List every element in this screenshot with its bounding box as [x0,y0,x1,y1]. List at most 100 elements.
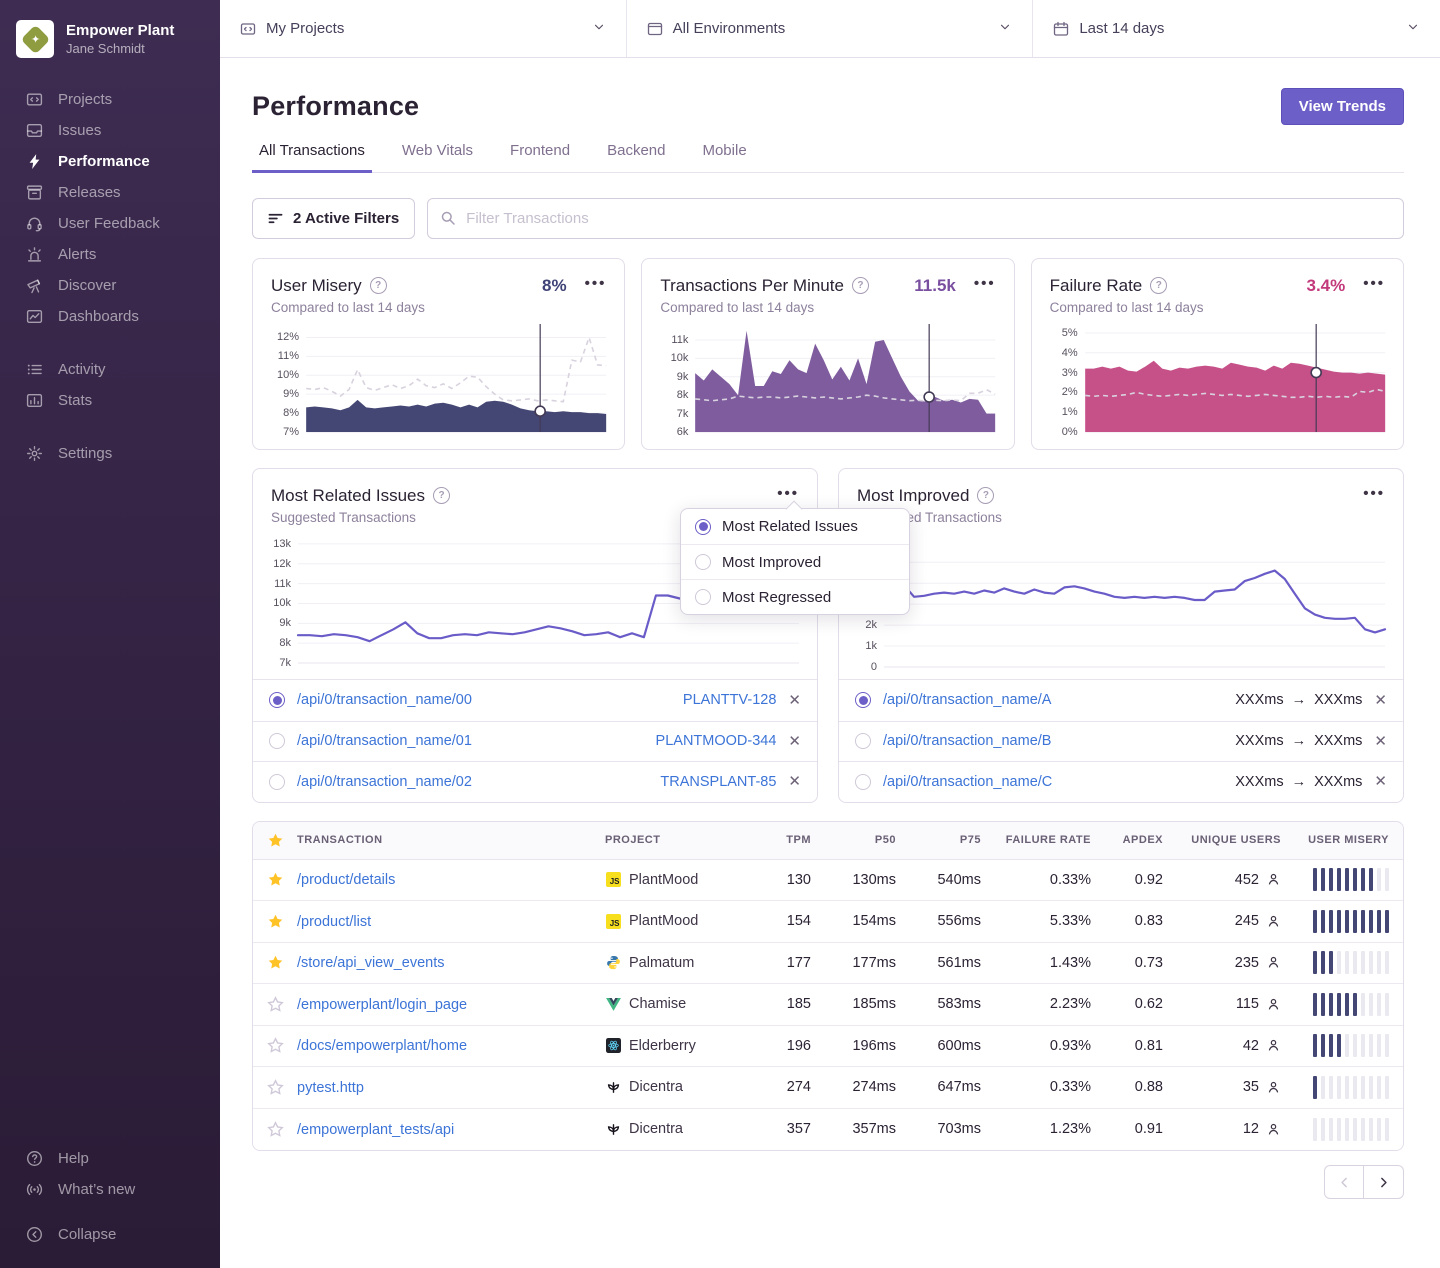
transaction-link[interactable]: /api/0/transaction_name/B [883,733,1051,749]
card-menu-button[interactable]: ••• [1363,274,1385,297]
issue-tag-link[interactable]: PLANTTV-128 [683,692,777,708]
help-icon[interactable]: ? [1150,277,1167,294]
next-page-button[interactable] [1364,1165,1404,1199]
radio-button[interactable] [269,692,285,708]
environment-selector[interactable]: All Environments [627,0,1034,57]
card-menu-button[interactable]: ••• [1363,484,1385,507]
transaction-link[interactable]: /store/api_view_events [297,955,445,971]
transaction-link[interactable]: /product/list [297,914,371,930]
close-icon[interactable]: ✕ [1374,734,1387,749]
sidebar-item-issues[interactable]: Issues [0,115,220,146]
favorite-star-button[interactable] [253,996,297,1013]
previous-page-button[interactable] [1324,1165,1364,1199]
column-header-user-misery[interactable]: USER MISERY [1295,834,1403,846]
favorite-star-button[interactable] [253,913,297,930]
column-header-apdex[interactable]: APDEX [1105,834,1177,846]
org-switcher[interactable]: ✦ Empower Plant Jane Schmidt [0,16,220,84]
tab-all-transactions[interactable]: All Transactions [252,142,372,173]
close-icon[interactable]: ✕ [788,774,801,789]
sidebar-item-releases[interactable]: Releases [0,177,220,208]
card-menu-button[interactable]: ••• [974,274,996,297]
tab-frontend[interactable]: Frontend [503,142,577,173]
sidebar-item-label: Collapse [58,1226,116,1243]
project-selector[interactable]: My Projects [220,0,627,57]
column-header-tpm[interactable]: TPM [755,834,825,846]
transaction-link[interactable]: /empowerplant_tests/api [297,1122,454,1138]
close-icon[interactable]: ✕ [788,693,801,708]
radio-button[interactable] [695,554,711,570]
help-icon[interactable]: ? [852,277,869,294]
menu-option-most-regressed[interactable]: Most Regressed [681,579,909,614]
close-icon[interactable]: ✕ [788,734,801,749]
card-value: 11.5k [914,276,956,296]
sidebar-item-projects[interactable]: Projects [0,84,220,115]
sidebar-item-what-s-new[interactable]: What’s new [0,1174,220,1205]
sidebar-item-stats[interactable]: Stats [0,385,220,416]
transaction-link[interactable]: /empowerplant/login_page [297,997,467,1013]
help-icon[interactable]: ? [433,487,450,504]
radio-button[interactable] [855,733,871,749]
sidebar-item-help[interactable]: Help [0,1143,220,1174]
view-trends-button[interactable]: View Trends [1281,88,1404,125]
sidebar-item-collapse[interactable]: Collapse [0,1219,220,1250]
radio-button[interactable] [855,774,871,790]
radio-button[interactable] [695,589,711,605]
favorite-star-button[interactable] [253,871,297,888]
p75-cell: 583ms [910,996,995,1012]
help-icon[interactable]: ? [977,487,994,504]
tab-backend[interactable]: Backend [600,142,672,173]
most-improved-chart[interactable] [884,535,1385,667]
radio-button[interactable] [855,692,871,708]
sidebar-item-performance[interactable]: Performance [0,146,220,177]
tab-web-vitals[interactable]: Web Vitals [395,142,480,173]
favorite-star-button[interactable] [253,1121,297,1138]
failure-rate-chart[interactable] [1085,328,1385,432]
column-header-p75[interactable]: P75 [910,834,995,846]
issue-tag-link[interactable]: TRANSPLANT-85 [660,774,776,790]
menu-option-most-related-issues[interactable]: Most Related Issues [681,509,909,544]
card-menu-button[interactable]: ••• [585,274,607,297]
transaction-search-input[interactable] [427,198,1404,239]
y-tick-label: 8k [279,637,291,649]
duration-change: XXXms→XXXms [1235,774,1362,790]
transaction-link[interactable]: pytest.http [297,1080,364,1096]
transaction-link[interactable]: /docs/empowerplant/home [297,1038,467,1054]
y-axis: 5%4%3%2%1%0% [1050,328,1080,432]
tpm-chart[interactable] [695,328,995,432]
transaction-link[interactable]: /api/0/transaction_name/00 [297,692,472,708]
transaction-link[interactable]: /api/0/transaction_name/02 [297,774,472,790]
favorite-star-button[interactable] [253,954,297,971]
transaction-link[interactable]: /api/0/transaction_name/C [883,774,1052,790]
sidebar-item-activity[interactable]: Activity [0,354,220,385]
user-misery-chart[interactable] [306,328,606,432]
transaction-link[interactable]: /product/details [297,872,395,888]
close-icon[interactable]: ✕ [1374,693,1387,708]
sidebar-item-discover[interactable]: Discover [0,270,220,301]
column-header-project[interactable]: PROJECT [605,834,755,846]
radio-button[interactable] [269,774,285,790]
column-header-failure-rate[interactable]: FAILURE RATE [995,834,1105,846]
user-misery-bars [1295,993,1403,1016]
help-icon[interactable]: ? [370,277,387,294]
favorite-star-button[interactable] [253,1037,297,1054]
close-icon[interactable]: ✕ [1374,774,1387,789]
issue-tag-link[interactable]: PLANTMOOD-344 [656,733,777,749]
sidebar-item-alerts[interactable]: Alerts [0,239,220,270]
column-header-p50[interactable]: P50 [825,834,910,846]
column-header-transaction[interactable]: TRANSACTION [297,834,605,846]
help-icon [25,1150,43,1168]
active-filters-button[interactable]: 2 Active Filters [252,198,415,239]
tab-mobile[interactable]: Mobile [695,142,753,173]
sidebar-item-settings[interactable]: Settings [0,438,220,469]
column-header-unique-users[interactable]: UNIQUE USERS [1177,834,1295,846]
sidebar-item-dashboards[interactable]: Dashboards [0,301,220,332]
date-range-selector[interactable]: Last 14 days [1033,0,1440,57]
failure-rate-cell: 0.33% [995,1079,1105,1095]
transaction-link[interactable]: /api/0/transaction_name/01 [297,733,472,749]
radio-button[interactable] [695,519,711,535]
sidebar-item-user-feedback[interactable]: User Feedback [0,208,220,239]
menu-option-most-improved[interactable]: Most Improved [681,544,909,579]
transaction-link[interactable]: /api/0/transaction_name/A [883,692,1051,708]
radio-button[interactable] [269,733,285,749]
favorite-star-button[interactable] [253,1079,297,1096]
